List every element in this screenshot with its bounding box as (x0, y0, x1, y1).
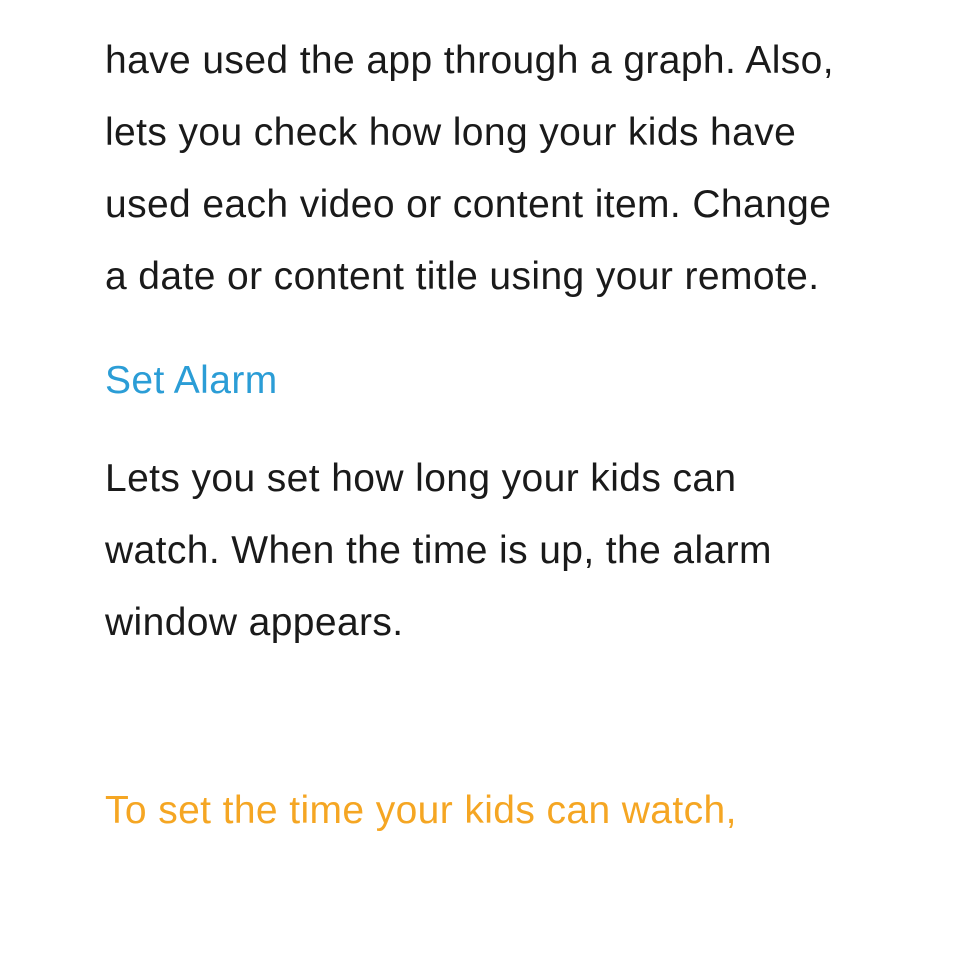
usage-report-description: have used the app through a graph. Also,… (105, 25, 849, 314)
set-alarm-heading: Set Alarm (105, 359, 849, 403)
set-time-heading: To set the time your kids can watch, (105, 789, 849, 833)
set-alarm-description: Lets you set how long your kids can watc… (105, 443, 849, 659)
